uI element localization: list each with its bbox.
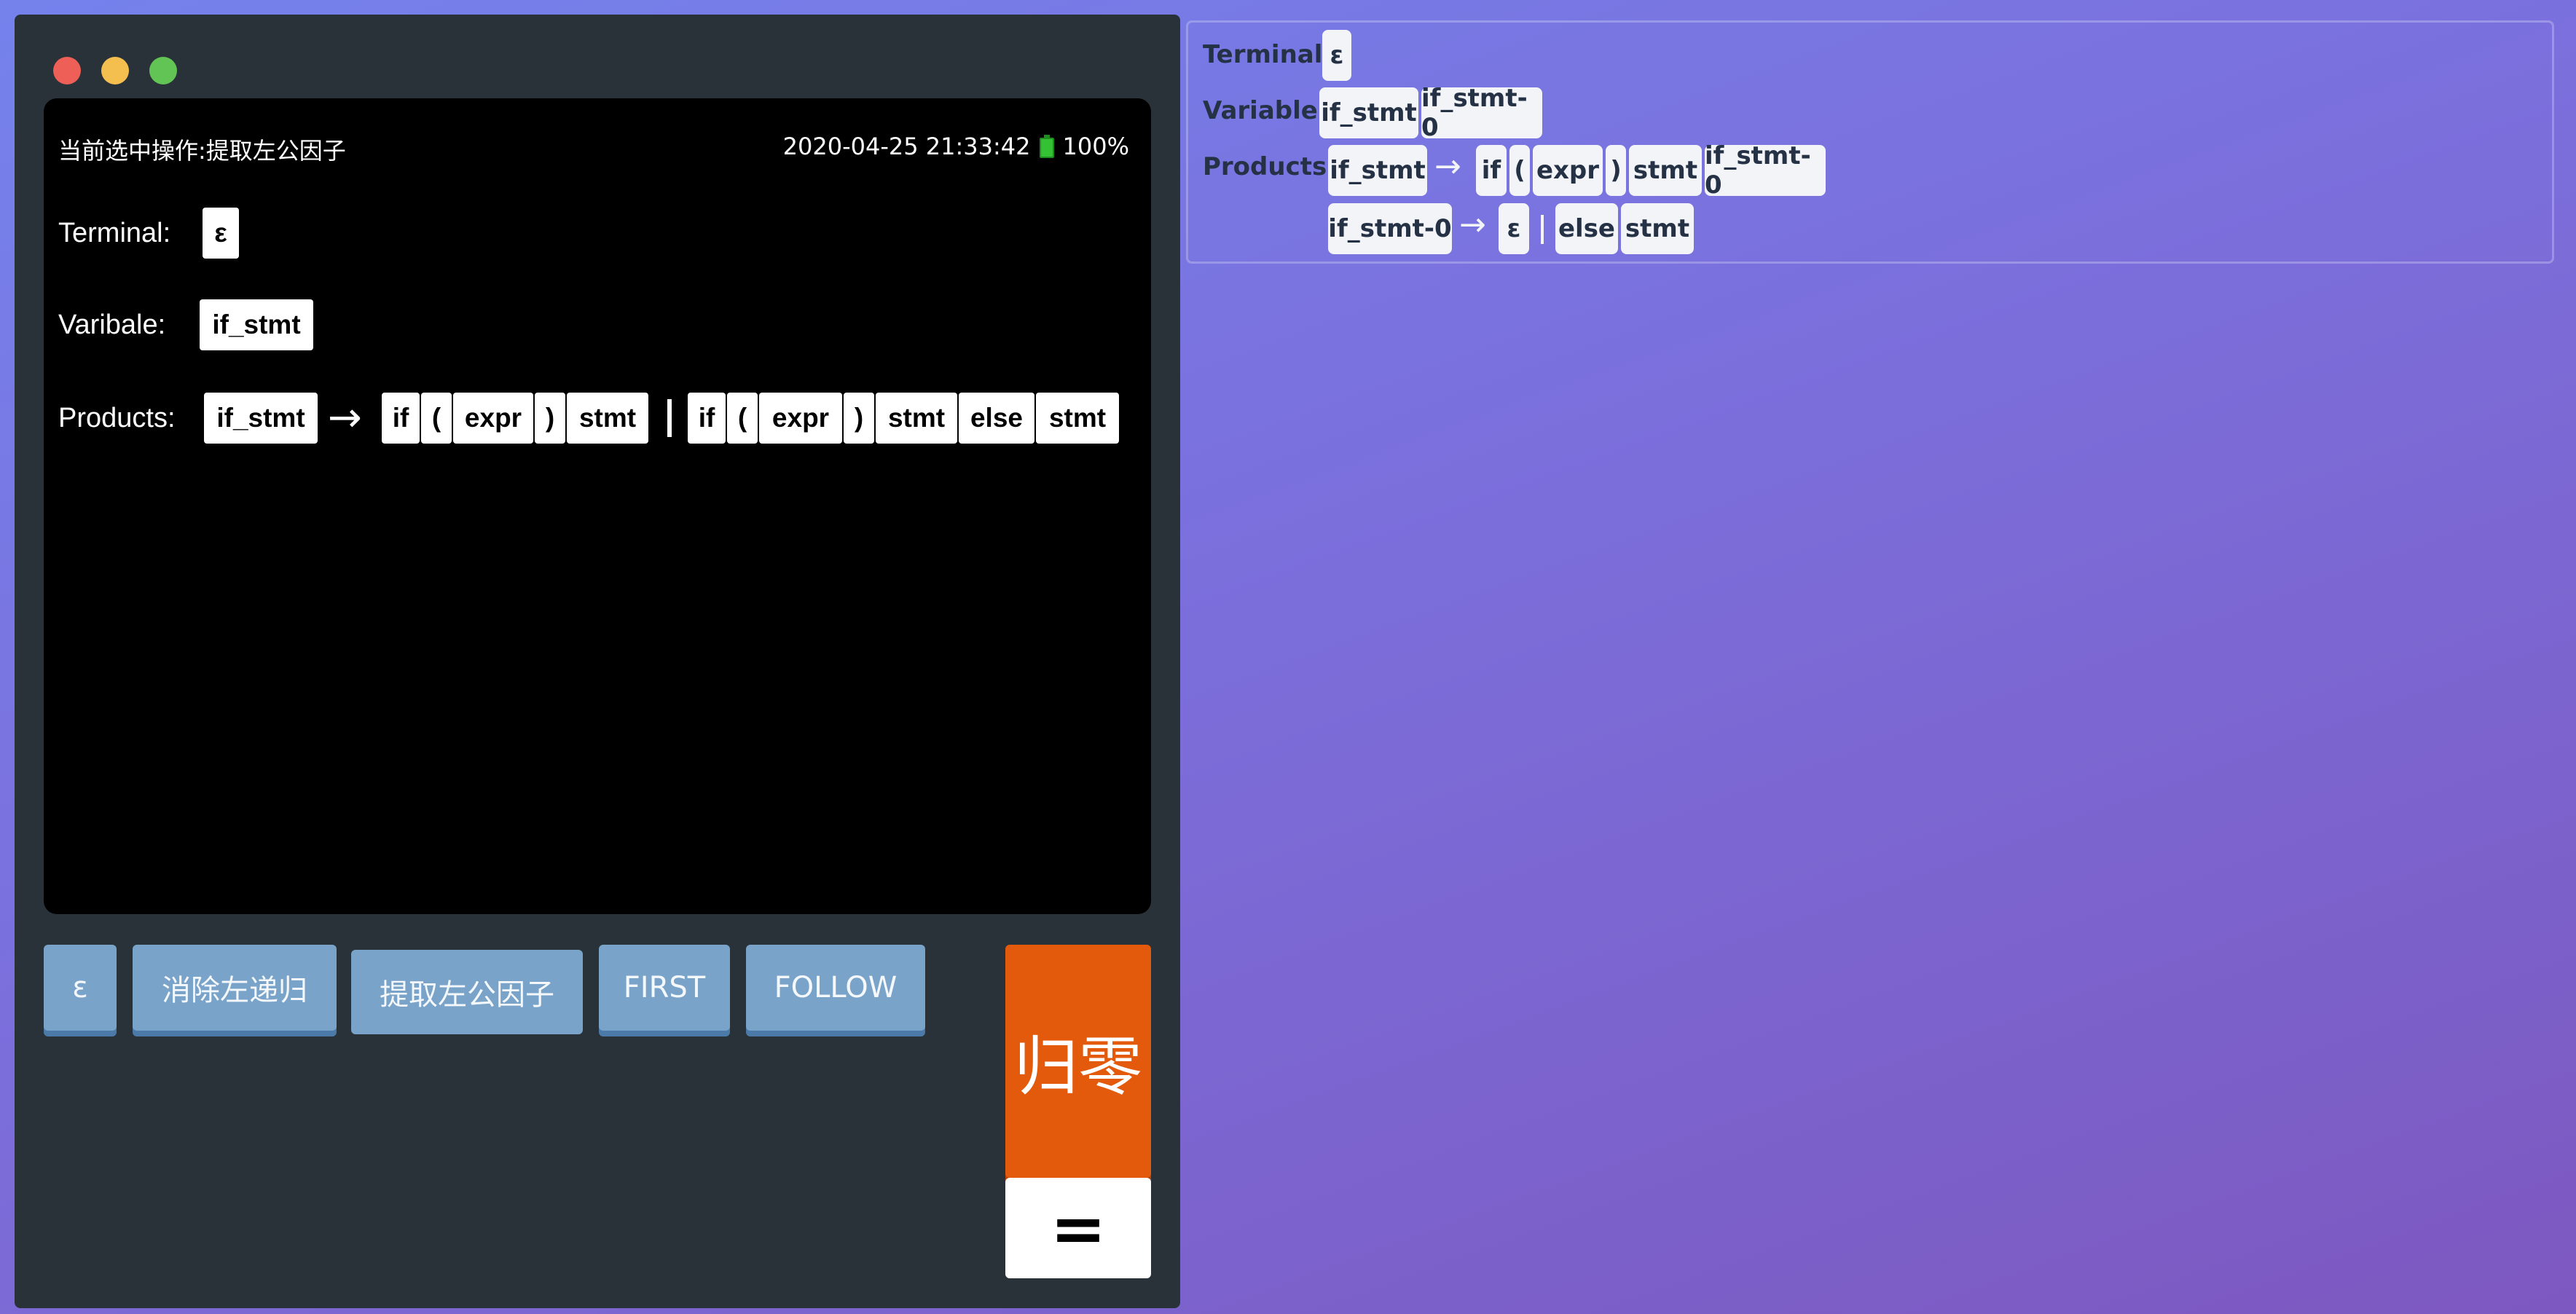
battery-icon bbox=[1039, 135, 1054, 158]
product-token[interactable]: expr bbox=[453, 393, 533, 444]
panel-terminal-label: Terminal: bbox=[1203, 40, 1332, 69]
maximize-window-button[interactable] bbox=[149, 57, 177, 84]
equals-button[interactable]: = bbox=[1005, 1178, 1151, 1278]
result-panel: Terminal: ε Variable: if_stmt if_stmt-0 … bbox=[1186, 20, 2554, 264]
product-token[interactable]: stmt bbox=[876, 393, 957, 444]
panel-product-token[interactable]: stmt bbox=[1629, 145, 1702, 196]
products-label: Products: bbox=[58, 403, 176, 433]
terminal-label: Terminal: bbox=[58, 218, 171, 248]
product-token[interactable]: if bbox=[382, 393, 420, 444]
product-token[interactable]: expr bbox=[759, 393, 842, 444]
product-token[interactable]: ( bbox=[727, 393, 758, 444]
reset-button[interactable]: 归零 bbox=[1005, 945, 1151, 1178]
status-right: 2020-04-25 21:33:42 100% bbox=[783, 133, 1129, 160]
panel-products-label: Products: bbox=[1203, 152, 1337, 181]
panel-product-arrow: → bbox=[1459, 206, 1486, 243]
panel-product-token[interactable]: ( bbox=[1509, 145, 1530, 196]
panel-product-arrow: → bbox=[1434, 148, 1461, 185]
panel-variable-token[interactable]: if_stmt bbox=[1319, 87, 1418, 138]
panel-terminal-token[interactable]: ε bbox=[1322, 30, 1351, 81]
product-head-token[interactable]: if_stmt bbox=[204, 393, 318, 444]
close-window-button[interactable] bbox=[53, 57, 81, 84]
product-token[interactable]: stmt bbox=[1036, 393, 1119, 444]
calculator-window: 当前选中操作:提取左公因子 2020-04-25 21:33:42 100% T… bbox=[15, 15, 1180, 1308]
panel-product-token[interactable]: if bbox=[1476, 145, 1507, 196]
panel-variable-label: Variable: bbox=[1203, 96, 1328, 125]
battery-level: 100% bbox=[1062, 133, 1129, 160]
eliminate-left-recursion-button[interactable]: 消除左递归 bbox=[133, 945, 337, 1031]
alternative-separator bbox=[667, 399, 672, 437]
product-arrow: → bbox=[328, 394, 362, 441]
first-button[interactable]: FIRST bbox=[599, 945, 730, 1031]
minimize-window-button[interactable] bbox=[101, 57, 129, 84]
product-token[interactable]: ) bbox=[535, 393, 565, 444]
panel-product-token[interactable]: ε bbox=[1499, 203, 1529, 254]
panel-product-head[interactable]: if_stmt-0 bbox=[1328, 203, 1452, 254]
product-token[interactable]: stmt bbox=[567, 393, 648, 444]
product-token[interactable]: else bbox=[959, 393, 1034, 444]
datetime: 2020-04-25 21:33:42 bbox=[782, 133, 1031, 160]
panel-product-token[interactable]: else bbox=[1555, 203, 1618, 254]
follow-button[interactable]: FOLLOW bbox=[746, 945, 925, 1031]
panel-product-token[interactable]: expr bbox=[1533, 145, 1603, 196]
extract-left-factor-button[interactable]: 提取左公因子 bbox=[351, 950, 583, 1034]
panel-product-token[interactable]: if_stmt-0 bbox=[1705, 141, 1826, 200]
product-token[interactable]: ) bbox=[844, 393, 874, 444]
panel-alternative-separator bbox=[1541, 215, 1544, 244]
product-token[interactable]: ( bbox=[421, 393, 452, 444]
terminal-token[interactable]: ε bbox=[203, 208, 239, 259]
panel-product-token[interactable]: ) bbox=[1606, 145, 1626, 196]
variable-label: Varibale: bbox=[58, 310, 166, 340]
panel-variable-token[interactable]: if_stmt-0 bbox=[1421, 84, 1542, 142]
panel-product-head[interactable]: if_stmt bbox=[1328, 145, 1427, 196]
variable-token[interactable]: if_stmt bbox=[200, 299, 313, 350]
product-token[interactable]: if bbox=[688, 393, 726, 444]
selected-operation-status: 当前选中操作:提取左公因子 bbox=[58, 137, 346, 165]
display-screen: 当前选中操作:提取左公因子 2020-04-25 21:33:42 100% T… bbox=[44, 98, 1151, 914]
epsilon-button[interactable]: ε bbox=[44, 945, 117, 1031]
panel-product-token[interactable]: stmt bbox=[1621, 203, 1694, 254]
